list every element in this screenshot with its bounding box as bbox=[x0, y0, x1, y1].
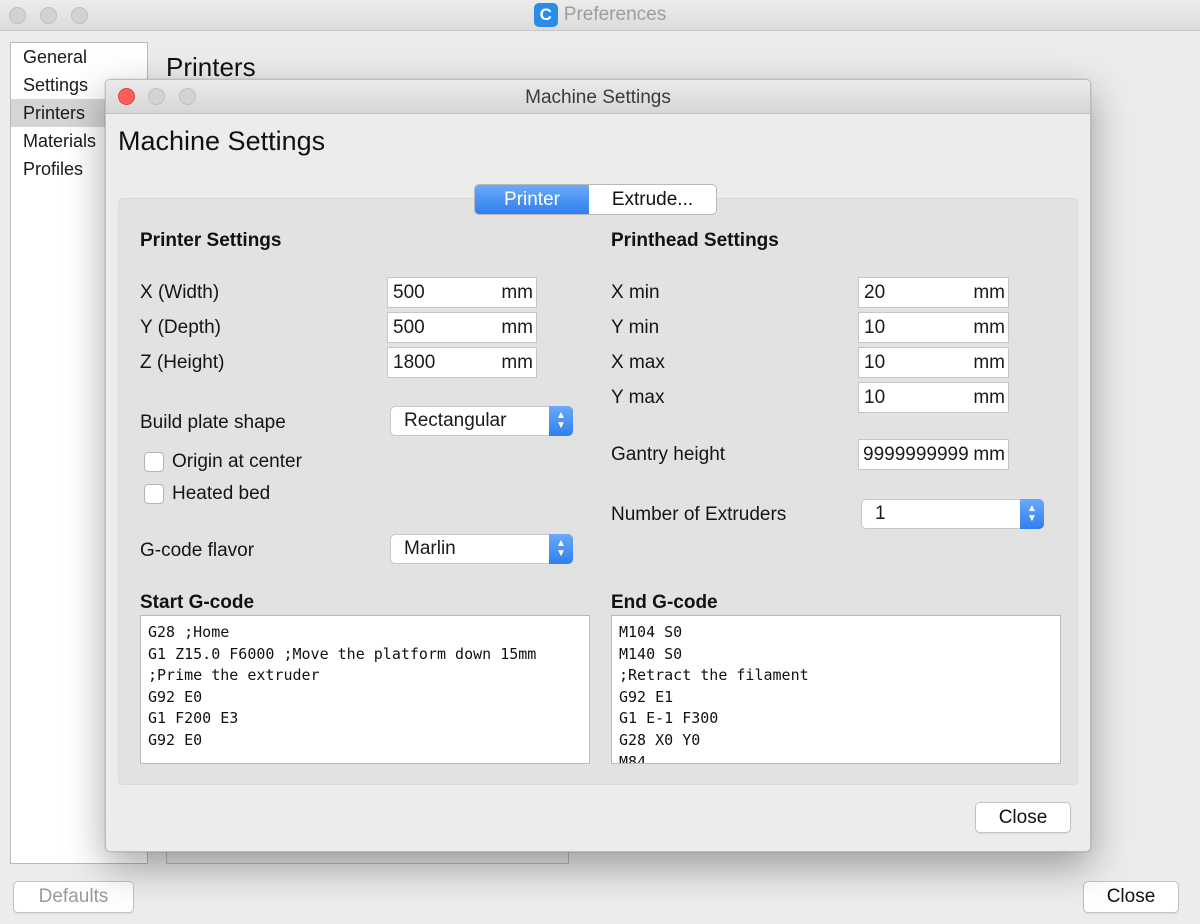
sidebar-item-general[interactable]: General bbox=[11, 43, 147, 71]
dialog-window-title: Machine Settings bbox=[525, 87, 671, 108]
chevron-updown-icon: ▲ ▼ bbox=[549, 406, 573, 436]
build-plate-shape-label: Build plate shape bbox=[140, 412, 286, 433]
z-height-field[interactable]: 1800 mm bbox=[387, 347, 537, 378]
y-min-field[interactable]: 10 mm bbox=[858, 312, 1009, 343]
y-depth-label: Y (Depth) bbox=[140, 317, 221, 338]
gcode-line: G1 E-1 F300 bbox=[619, 709, 719, 728]
gcode-line: M104 S0 bbox=[619, 623, 683, 641]
number-of-extruders-label: Number of Extruders bbox=[611, 504, 787, 525]
build-plate-shape-select[interactable]: Rectangular ▲ ▼ bbox=[390, 406, 573, 436]
heated-bed-checkbox[interactable] bbox=[144, 484, 164, 504]
defaults-button[interactable]: Defaults bbox=[13, 881, 134, 913]
x-width-unit: mm bbox=[499, 278, 533, 307]
gcode-line: G92 E1 bbox=[619, 687, 674, 706]
gcode-line: ;Retract the filament bbox=[619, 666, 809, 685]
y-min-value: 10 bbox=[864, 317, 886, 338]
gcode-line: G92 E0 bbox=[148, 730, 203, 749]
y-max-unit: mm bbox=[971, 383, 1005, 412]
settings-tabs: Printer Extrude... bbox=[474, 184, 717, 215]
gcode-line: G28 ;Home bbox=[148, 623, 230, 641]
gcode-flavor-label: G-code flavor bbox=[140, 540, 255, 561]
start-gcode-editor[interactable]: G28 ;Home G1 Z15.0 F6000 ;Move the platfo… bbox=[140, 615, 590, 764]
preferences-close-button[interactable]: Close bbox=[1083, 881, 1179, 913]
gcode-line: G92 E0 bbox=[148, 687, 203, 706]
start-gcode-title: Start G-code bbox=[140, 592, 255, 613]
dialog-close-button[interactable]: Close bbox=[975, 802, 1071, 833]
machine-settings-dialog: Machine Settings Machine Settings Printe… bbox=[105, 79, 1091, 852]
y-depth-value: 500 bbox=[393, 317, 425, 338]
gcode-line: G1 Z15.0 F6000 ;Move the platform down 1… bbox=[148, 644, 537, 663]
gantry-height-value: 9999999999 bbox=[863, 444, 969, 465]
y-max-label: Y max bbox=[611, 387, 665, 408]
preferences-titlebar: C Preferences bbox=[0, 0, 1200, 31]
z-height-label: Z (Height) bbox=[140, 352, 225, 373]
x-max-field[interactable]: 10 mm bbox=[858, 347, 1009, 378]
gantry-height-field[interactable]: 9999999999 mm bbox=[858, 439, 1009, 470]
x-min-unit: mm bbox=[971, 278, 1005, 307]
preferences-title: Preferences bbox=[563, 4, 667, 25]
x-min-field[interactable]: 20 mm bbox=[858, 277, 1009, 308]
gcode-line: G1 F200 E3 bbox=[148, 709, 239, 728]
gcode-flavor-select[interactable]: Marlin ▲ ▼ bbox=[390, 534, 573, 564]
gcode-line: G28 X0 Y0 bbox=[619, 730, 701, 749]
y-depth-unit: mm bbox=[499, 313, 533, 342]
tab-extruder[interactable]: Extrude... bbox=[589, 185, 716, 214]
chevron-updown-icon: ▲ ▼ bbox=[1020, 499, 1044, 529]
end-gcode-title: End G-code bbox=[611, 592, 718, 613]
y-max-value: 10 bbox=[864, 387, 886, 408]
y-depth-field[interactable]: 500 mm bbox=[387, 312, 537, 343]
gcode-line: ;Prime the extruder bbox=[148, 666, 320, 685]
dialog-heading: Machine Settings bbox=[118, 126, 326, 156]
gantry-height-unit: mm bbox=[973, 444, 1005, 465]
chevron-updown-icon: ▲ ▼ bbox=[549, 534, 573, 564]
y-min-label: Y min bbox=[611, 317, 660, 338]
origin-at-center-checkbox[interactable] bbox=[144, 452, 164, 472]
dialog-titlebar: Machine Settings bbox=[106, 80, 1090, 114]
y-max-field[interactable]: 10 mm bbox=[858, 382, 1009, 413]
x-max-value: 10 bbox=[864, 352, 886, 373]
x-width-value: 500 bbox=[393, 282, 425, 303]
gcode-line: M140 S0 bbox=[619, 644, 683, 663]
settings-panel: Printer Settings X (Width) 500 mm Y (Dep… bbox=[118, 198, 1078, 785]
x-min-value: 20 bbox=[864, 282, 886, 303]
x-max-unit: mm bbox=[971, 348, 1005, 377]
end-gcode-editor[interactable]: M104 S0 M140 S0 ;Retract the filament G92 E… bbox=[611, 615, 1061, 764]
tab-printer[interactable]: Printer bbox=[475, 185, 589, 214]
x-min-label: X min bbox=[611, 282, 660, 303]
printhead-settings-title: Printhead Settings bbox=[611, 230, 779, 251]
origin-at-center-label: Origin at center bbox=[172, 451, 302, 472]
gcode-line: M84 bbox=[619, 752, 647, 764]
y-min-unit: mm bbox=[971, 313, 1005, 342]
number-of-extruders-value: 1 bbox=[875, 503, 886, 524]
x-width-field[interactable]: 500 mm bbox=[387, 277, 537, 308]
build-plate-shape-value: Rectangular bbox=[404, 410, 507, 431]
x-max-label: X max bbox=[611, 352, 665, 373]
heated-bed-label: Heated bed bbox=[172, 483, 271, 504]
gantry-height-label: Gantry height bbox=[611, 444, 726, 465]
printer-settings-title: Printer Settings bbox=[140, 230, 282, 251]
cura-logo-icon: C bbox=[533, 3, 558, 27]
gcode-flavor-value: Marlin bbox=[404, 538, 456, 559]
z-height-value: 1800 bbox=[393, 352, 436, 373]
preferences-title-group: C Preferences bbox=[0, 3, 1200, 27]
x-width-label: X (Width) bbox=[140, 282, 220, 303]
z-height-unit: mm bbox=[499, 348, 533, 377]
number-of-extruders-select[interactable]: 1 ▲ ▼ bbox=[861, 499, 1044, 529]
